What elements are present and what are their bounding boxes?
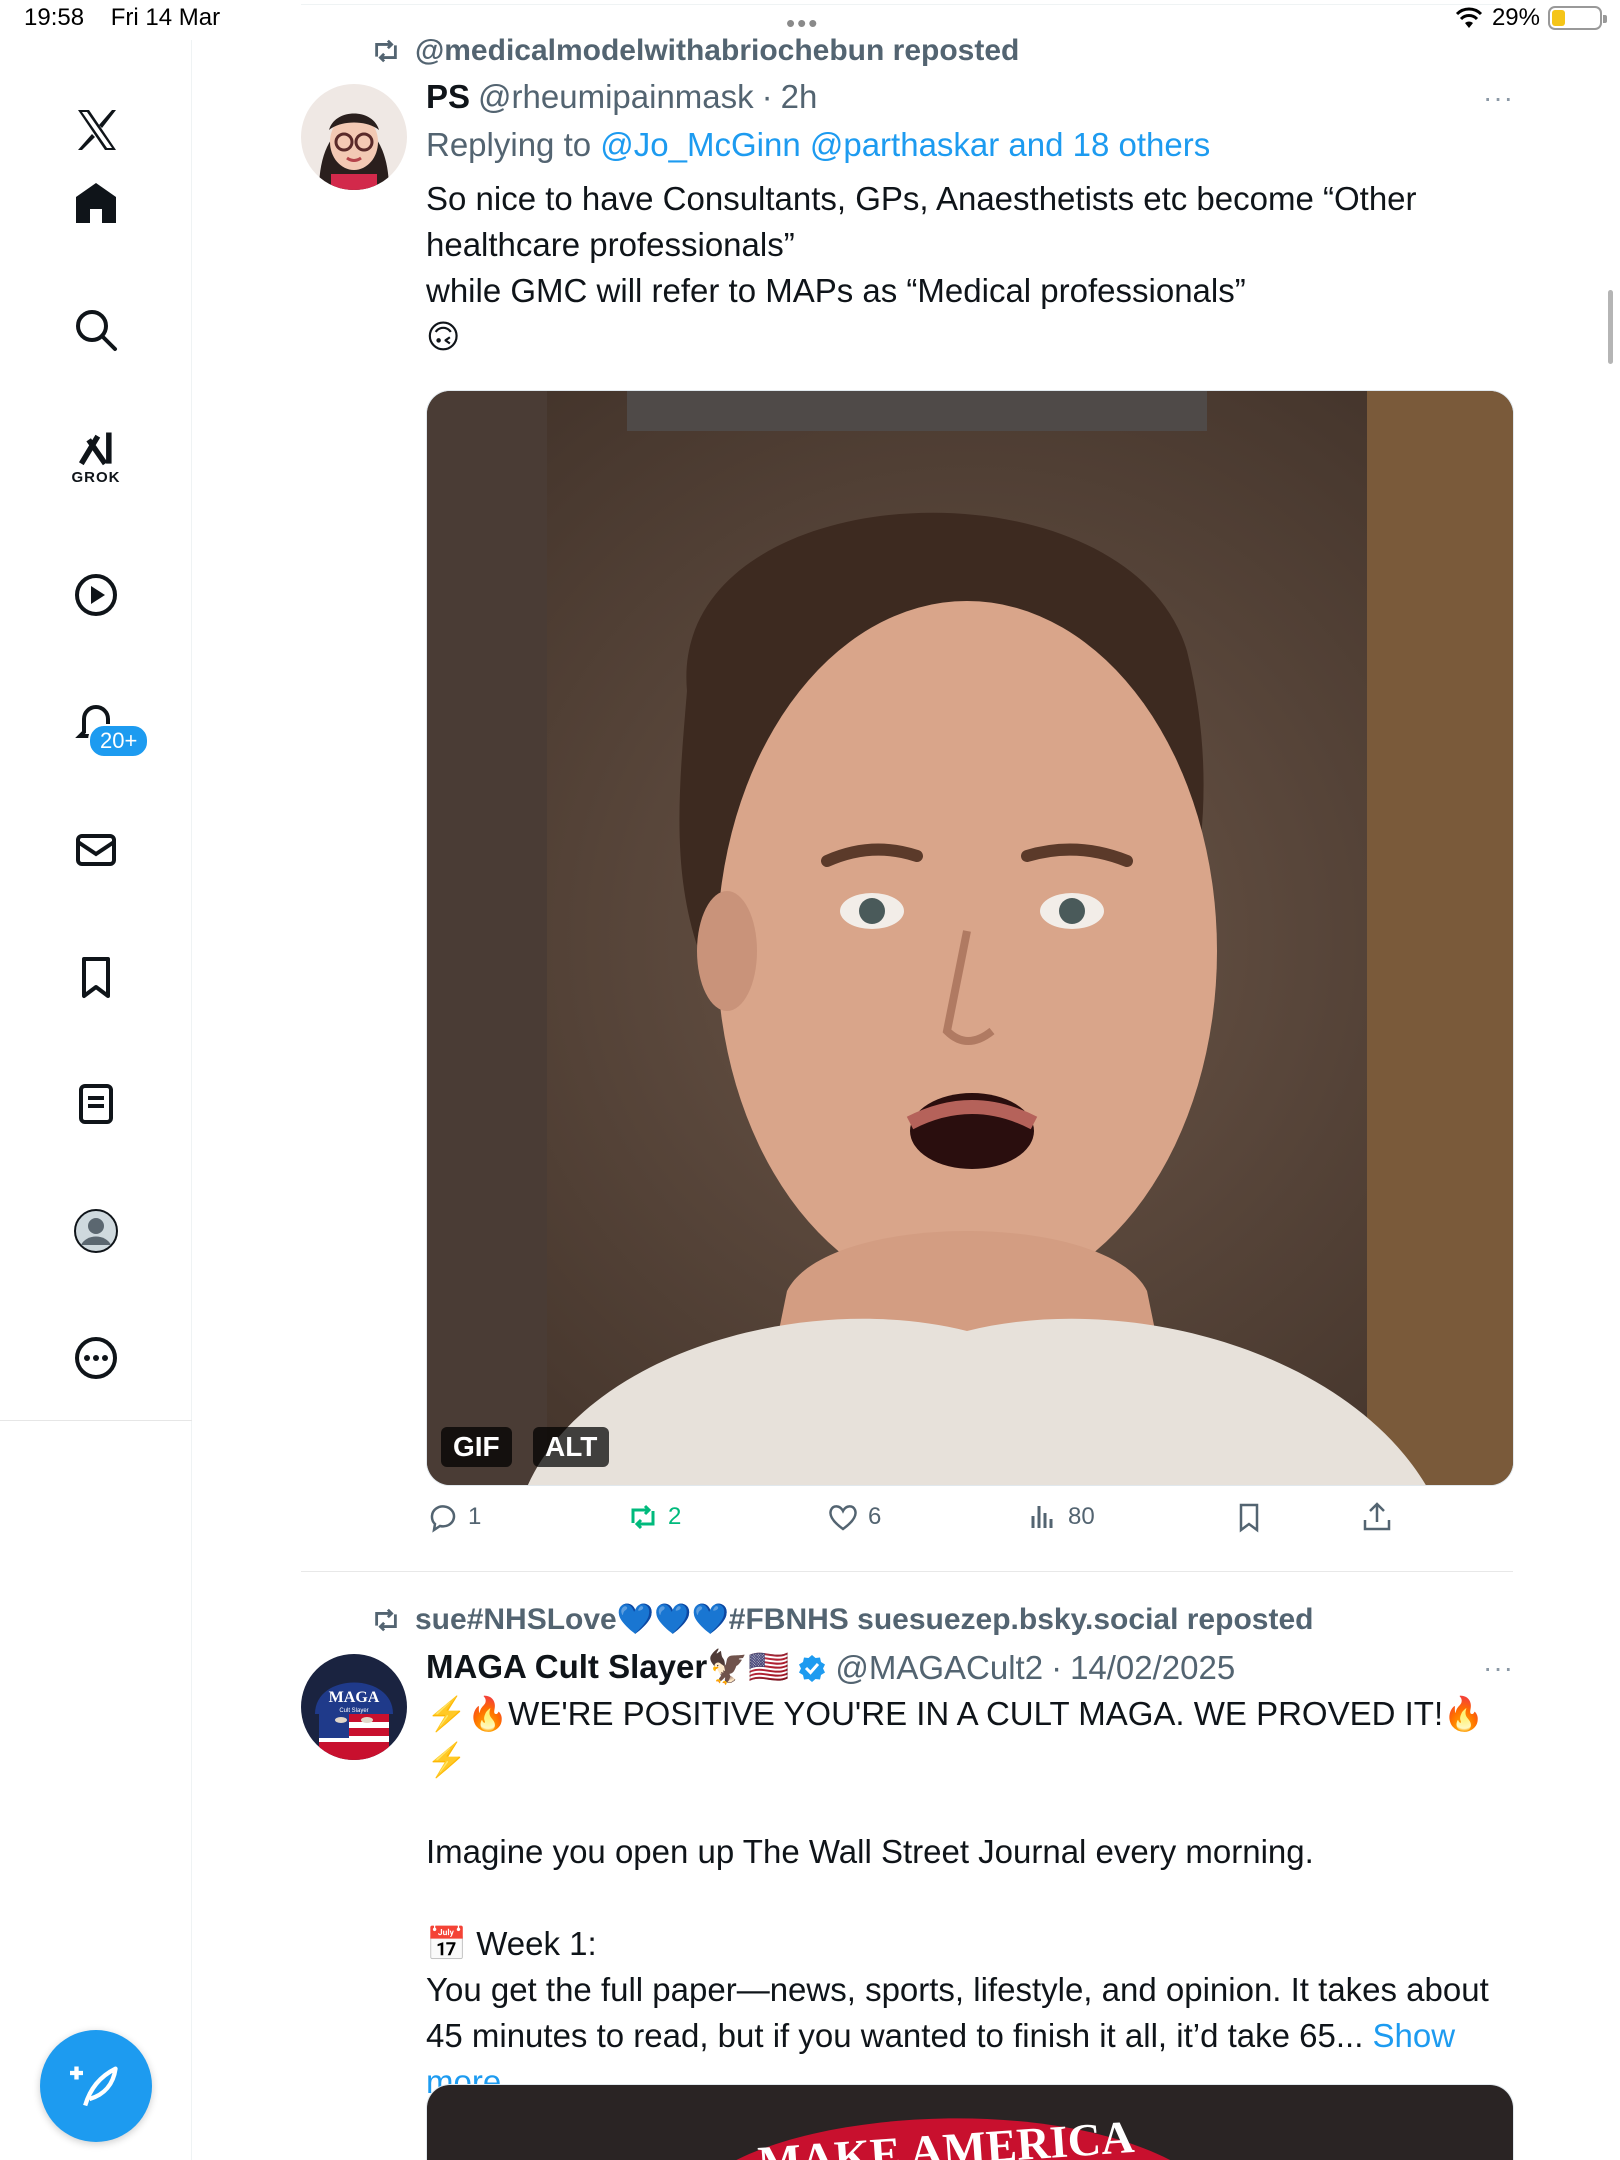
search-icon[interactable]: [56, 290, 136, 370]
reply-icon: [430, 1505, 456, 1533]
play-icon[interactable]: [56, 555, 136, 635]
timeline: @medicalmodelwithabriochebun reposted PS…: [193, 0, 1613, 2160]
heart-icon: [829, 1505, 857, 1531]
tweet-body: MAGA Cult Slayer🦅🇺🇸 @MAGACult2 · 14/02/2…: [426, 1648, 1514, 2105]
tweet-text-content: ⚡️🔥WE'RE POSITIVE YOU'RE IN A CULT MAGA.…: [426, 1695, 1489, 2054]
repost-label[interactable]: @medicalmodelwithabriochebun reposted: [415, 34, 1019, 68]
repost-indicator: @medicalmodelwithabriochebun reposted: [371, 34, 1019, 68]
scrollbar[interactable]: [1608, 290, 1613, 364]
repost-indicator: sue#NHSLove💙💙💙#FBNHS suesuezep.bsky.soci…: [371, 1602, 1313, 1637]
mail-icon[interactable]: [56, 810, 136, 890]
alt-badge[interactable]: ALT: [533, 1427, 610, 1467]
share-icon: [1363, 1502, 1391, 1531]
profile-icon[interactable]: [56, 1191, 136, 1271]
repost-icon: [375, 1608, 397, 1631]
bookmark-icon: [1239, 1503, 1259, 1533]
tweet-body: PS @rheumipainmask · 2h ··· Replying to …: [426, 78, 1514, 360]
status-time: 19:58: [24, 4, 85, 31]
share-button[interactable]: [1360, 1500, 1394, 1534]
reply-mentions[interactable]: @Jo_McGinn @parthaskar and 18 others: [600, 126, 1210, 163]
notification-badge: 20+: [88, 724, 150, 758]
more-options-icon[interactable]: ···: [1483, 82, 1514, 114]
tweet-actions: 1 2 6 80: [426, 1500, 1426, 1550]
reply-count: 1: [468, 1503, 482, 1530]
avatar-text: MAGA: [329, 1689, 380, 1706]
list-icon[interactable]: [56, 1064, 136, 1144]
home-icon[interactable]: [56, 163, 136, 243]
avatar-subtext: Cult Slayer: [339, 1708, 368, 1714]
repost-icon: [375, 39, 397, 63]
avatar-image: [301, 84, 407, 190]
handle[interactable]: @MAGACult2: [835, 1649, 1043, 1687]
reply-prefix: Replying to: [426, 126, 592, 163]
top-divider: [301, 4, 1501, 5]
repost-button[interactable]: 2: [626, 1500, 681, 1534]
bookmark-icon[interactable]: [56, 937, 136, 1017]
avatar[interactable]: MAGA Cult Slayer: [301, 1654, 407, 1760]
views-icon: [1031, 1506, 1053, 1528]
grok-label: GROK: [71, 468, 121, 486]
repost-label[interactable]: sue#NHSLove💙💙💙#FBNHS suesuezep.bsky.soci…: [415, 1602, 1313, 1637]
tweet-text: ⚡️🔥WE'RE POSITIVE YOU'RE IN A CULT MAGA.…: [426, 1691, 1514, 2105]
like-button[interactable]: 6: [826, 1500, 881, 1534]
gif-image: [427, 391, 1513, 1485]
views-button[interactable]: 80: [1026, 1500, 1095, 1534]
avatar[interactable]: [301, 84, 407, 190]
tweet-text: So nice to have Consultants, GPs, Anaest…: [426, 180, 1417, 355]
timestamp[interactable]: 2h: [781, 78, 818, 116]
reply-button[interactable]: 1: [426, 1500, 481, 1534]
like-count: 6: [868, 1503, 882, 1530]
repost-icon: [631, 1504, 655, 1530]
tweet-media-gif[interactable]: GIF ALT: [426, 390, 1514, 1486]
handle[interactable]: @rheumipainmask: [478, 78, 754, 116]
reply-context: Replying to @Jo_McGinn @parthaskar and 1…: [426, 126, 1514, 164]
sidebar: GROK 20+: [0, 40, 192, 2160]
display-name[interactable]: MAGA Cult Slayer🦅🇺🇸: [426, 1648, 789, 1687]
display-name[interactable]: PS: [426, 78, 470, 116]
separator: ·: [761, 78, 773, 115]
avatar-image: MAGA Cult Slayer: [301, 1654, 407, 1760]
separator: ·: [1051, 1648, 1063, 1686]
more-options-icon[interactable]: ···: [1483, 1652, 1514, 1684]
bookmark-button[interactable]: [1232, 1500, 1266, 1534]
views-count: 80: [1068, 1503, 1095, 1530]
repost-count: 2: [668, 1503, 682, 1530]
timestamp[interactable]: 14/02/2025: [1070, 1649, 1235, 1687]
grok-icon[interactable]: GROK: [56, 416, 136, 496]
tweet-media-image[interactable]: MAKE AMERICA: [426, 2084, 1514, 2160]
photo-image: MAKE AMERICA: [427, 2085, 1513, 2160]
tweet-header: MAGA Cult Slayer🦅🇺🇸 @MAGACult2 · 14/02/2…: [426, 1648, 1514, 1687]
tweet-divider: [301, 1571, 1513, 1572]
tweet-header: PS @rheumipainmask · 2h: [426, 78, 1514, 116]
compose-button[interactable]: [40, 2030, 152, 2142]
more-icon[interactable]: [56, 1318, 136, 1398]
sidebar-divider: [0, 1420, 192, 1421]
x-logo-icon[interactable]: [56, 90, 136, 170]
gif-badge: GIF: [441, 1427, 512, 1467]
verified-badge-icon: [799, 1654, 826, 1682]
compose-icon: [70, 2066, 118, 2107]
